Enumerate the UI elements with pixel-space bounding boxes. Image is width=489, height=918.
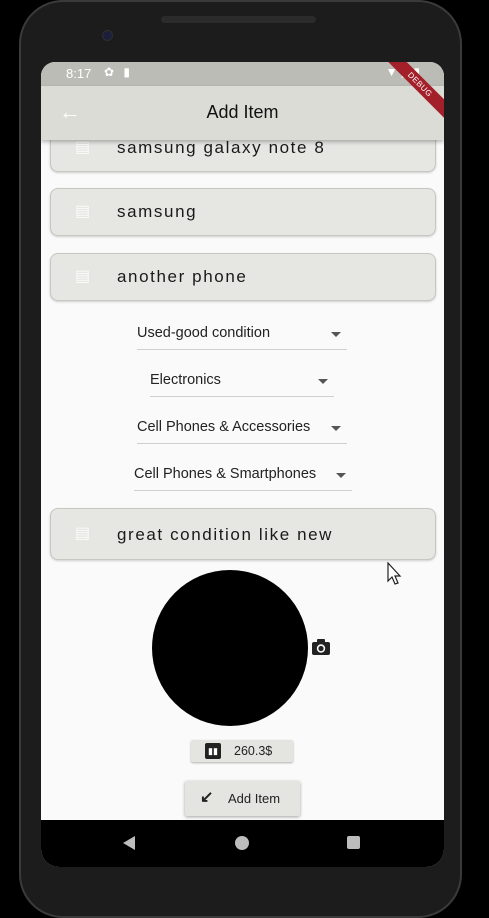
item-name-field[interactable]: ▤ samsung galaxy note 8 [50, 140, 436, 172]
subcategory-dropdown[interactable]: Cell Phones & Accessories [137, 413, 347, 444]
nav-home-icon[interactable] [235, 836, 249, 850]
sd-card-icon: ▮ [123, 65, 131, 79]
category-dropdown[interactable]: Electronics [150, 366, 334, 397]
notes-icon: ▤ [75, 268, 91, 285]
camera-icon [312, 639, 330, 655]
item-name-value: samsung galaxy note 8 [117, 140, 326, 157]
description-value: great condition like new [117, 525, 334, 544]
dropdown-arrow-icon [331, 332, 341, 337]
category-selected: Electronics [150, 372, 221, 388]
condition-dropdown[interactable]: Used-good condition [137, 319, 347, 350]
model-value: another phone [117, 267, 248, 286]
description-field[interactable]: ▤ great condition like new [50, 508, 436, 560]
mouse-cursor-icon [387, 562, 402, 585]
settings-icon: ✿ [104, 65, 115, 79]
brand-value: samsung [117, 202, 198, 221]
app-screen: 8:17 ✿ ▮ ▼ ◢ ▮ ← Add Item DEBUG ▤ samsun… [41, 62, 444, 867]
condition-selected: Used-good condition [137, 325, 271, 341]
notes-icon: ▤ [75, 140, 91, 156]
model-field[interactable]: ▤ another phone [50, 253, 436, 301]
status-left-icons: ✿ ▮ [104, 65, 130, 79]
brand-field[interactable]: ▤ samsung [50, 188, 436, 236]
status-bar: 8:17 ✿ ▮ ▼ ◢ ▮ [41, 62, 444, 86]
price-chart-icon: ▮▮ [205, 743, 221, 759]
form-scroll-area[interactable]: ▤ samsung galaxy note 8 ▤ samsung ▤ anot… [41, 140, 444, 820]
camera-button[interactable] [311, 638, 331, 656]
price-chip[interactable]: ▮▮ 260.3$ [191, 740, 293, 762]
front-camera [103, 31, 112, 40]
nav-back-icon[interactable] [123, 836, 135, 850]
nav-recent-icon[interactable] [347, 836, 360, 849]
notes-icon: ▤ [75, 203, 91, 220]
arrow-down-left-icon: ↙ [200, 789, 214, 806]
dropdown-arrow-icon [336, 473, 346, 478]
subsubcategory-selected: Cell Phones & Smartphones [134, 466, 317, 482]
add-item-label: Add Item [228, 791, 281, 806]
status-time: 8:17 [66, 66, 92, 81]
page-title: Add Item [206, 102, 279, 122]
system-nav-bar [41, 820, 444, 867]
subcategory-selected: Cell Phones & Accessories [137, 419, 311, 435]
dropdown-arrow-icon [318, 379, 328, 384]
earpiece-speaker [161, 16, 316, 23]
subsubcategory-dropdown[interactable]: Cell Phones & Smartphones [134, 460, 352, 491]
app-bar: ← Add Item [41, 86, 444, 140]
add-item-button[interactable]: ↙ Add Item [185, 781, 300, 816]
notes-icon: ▤ [75, 525, 91, 542]
dropdown-arrow-icon [331, 426, 341, 431]
price-value: 260.3$ [234, 744, 273, 758]
item-image-preview[interactable] [152, 570, 308, 726]
